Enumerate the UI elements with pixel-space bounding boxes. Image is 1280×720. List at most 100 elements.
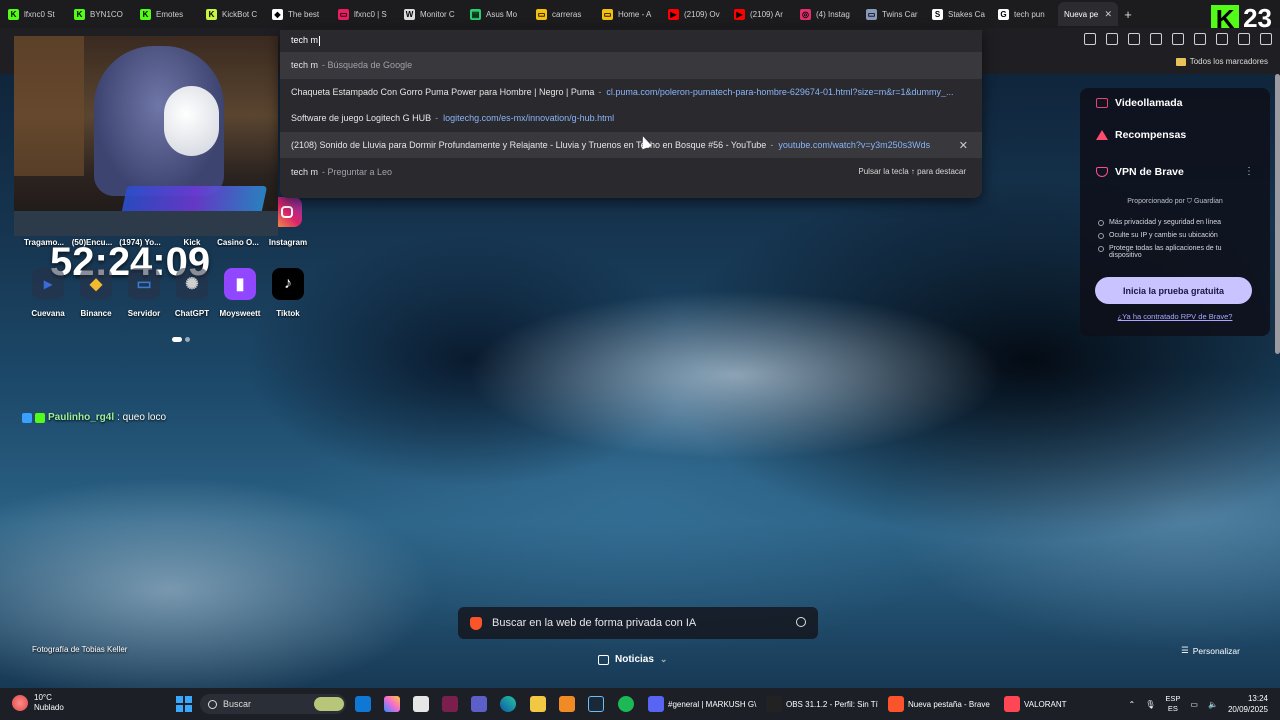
shortcut-label[interactable]: Kick xyxy=(168,238,216,247)
menu-icon[interactable] xyxy=(1260,33,1272,45)
shortcut-label[interactable]: Servidor xyxy=(120,309,168,318)
browser-tab[interactable]: K Emotes xyxy=(134,2,200,26)
leo-icon[interactable] xyxy=(1194,33,1206,45)
windows-taskbar: 10°C Nublado Buscar #general | MARKUSH G… xyxy=(0,688,1280,720)
taskbar-app[interactable]: VALORANT xyxy=(1004,696,1067,712)
network-icon[interactable]: ▭ xyxy=(1190,700,1198,709)
customize-button[interactable]: ☰ Personalizar xyxy=(1181,645,1240,656)
shortcut-label[interactable]: Tragamo... xyxy=(20,238,68,247)
shortcut-label[interactable]: (1974) Yo... xyxy=(116,238,164,247)
taskbar-app[interactable]: OBS 31.1.2 - Perfil: Sin Tí xyxy=(766,696,878,712)
weather-widget[interactable]: 10°C Nublado xyxy=(12,693,64,713)
pager-dot[interactable] xyxy=(185,337,190,342)
sidebar-icon[interactable] xyxy=(1150,33,1162,45)
edge-icon[interactable] xyxy=(500,696,516,712)
suggestion-title: Software de juego Logitech G HUB xyxy=(291,113,432,124)
omnibox-suggestion[interactable]: Software de juego Logitech G HUB - logitec… xyxy=(280,105,982,132)
browser-tab[interactable]: K BYN1CO xyxy=(68,2,134,26)
vpn-icon[interactable] xyxy=(1238,33,1250,45)
recompensas-item[interactable]: Recompensas xyxy=(1096,129,1186,141)
photo-credit[interactable]: Fotografía de Tobias Keller xyxy=(32,645,127,654)
browser-tab[interactable]: K KickBot C xyxy=(200,2,266,26)
media-icon[interactable] xyxy=(1128,33,1140,45)
browser-tab[interactable]: ▶ (2109) Ar xyxy=(728,2,794,26)
address-bar-input[interactable]: tech m xyxy=(280,30,982,52)
provider-name: Guardian xyxy=(1193,198,1223,205)
suggestion-separator: - Preguntar a Leo xyxy=(322,166,393,177)
wallet-icon[interactable] xyxy=(1172,33,1184,45)
lang-bottom: ES xyxy=(1167,704,1178,713)
private-ai-search-box[interactable]: Buscar en la web de forma privada con IA xyxy=(458,607,818,639)
chat-text: : queo loco xyxy=(117,412,167,423)
browser-tab[interactable]: Gtech pun xyxy=(992,2,1058,26)
omnibox-suggestion[interactable]: Chaqueta Estampado Con Gorro Puma Power … xyxy=(280,79,982,106)
teams-icon[interactable] xyxy=(471,696,487,712)
tray-chevron-up-icon[interactable]: ⌃ xyxy=(1129,700,1136,709)
browser-tab[interactable]: Klfxnc0 St xyxy=(2,2,68,26)
browser-tab[interactable]: ▭ Twins Car xyxy=(860,2,926,26)
browser-tab[interactable]: ◎ (4) Instag xyxy=(794,2,860,26)
browser-tab-active[interactable]: Nueva pe ✕ xyxy=(1058,2,1118,26)
shortcut-label[interactable]: Moysweett xyxy=(216,309,264,318)
app-icon[interactable] xyxy=(559,696,575,712)
new-tab-button[interactable]: + xyxy=(1118,7,1138,22)
shortcut-label[interactable]: Instagram xyxy=(264,238,312,247)
pager-dot-active[interactable] xyxy=(172,337,182,342)
shortcut-label[interactable]: Binance xyxy=(72,309,120,318)
shortcut-tile-icon[interactable]: ▸ xyxy=(32,268,64,300)
outlook-icon[interactable] xyxy=(355,696,371,712)
start-free-trial-button[interactable]: Inicia la prueba gratuita xyxy=(1095,277,1252,304)
page-scrollbar[interactable] xyxy=(1275,74,1280,354)
microphone-icon[interactable]: 🎙 xyxy=(1145,700,1155,709)
store-icon[interactable] xyxy=(413,696,429,712)
shortcut-tile-icon[interactable]: ✺ xyxy=(176,268,208,300)
close-tab-icon[interactable]: ✕ xyxy=(1104,9,1112,20)
vpn-shield-icon xyxy=(1096,167,1108,177)
browser-tab[interactable]: ◆ The best xyxy=(266,2,332,26)
browser-tab[interactable]: ▭ carreras xyxy=(530,2,596,26)
clock-tray[interactable]: 13:24 20/09/2025 xyxy=(1228,693,1268,715)
windows-start-icon[interactable] xyxy=(176,696,192,712)
shortcut-label[interactable]: Tiktok xyxy=(264,309,312,318)
webcam-overlay xyxy=(14,36,278,236)
remove-suggestion-icon[interactable]: ✕ xyxy=(959,139,968,152)
videollamada-item[interactable]: Videollamada xyxy=(1096,97,1183,109)
already-subscribed-link[interactable]: ¿Ya ha contratado RPV de Brave? xyxy=(1080,312,1270,321)
shortcut-label[interactable]: Cuevana xyxy=(24,309,72,318)
omnibox-suggestion[interactable]: (2108) Sonido de Lluvia para Dormir Prof… xyxy=(280,131,982,159)
omnibox-suggestion[interactable]: tech m- Búsqueda de Google xyxy=(280,52,982,79)
vpn-menu-icon[interactable]: ⋮ xyxy=(1244,166,1254,177)
browser-tab[interactable]: ▶ (2109) Ov xyxy=(662,2,728,26)
shortcut-label[interactable]: (50)Encu... xyxy=(68,238,116,247)
file-explorer-icon[interactable] xyxy=(530,696,546,712)
screenshot-icon[interactable] xyxy=(1106,33,1118,45)
news-toggle[interactable]: Noticias ⌄ xyxy=(598,654,667,665)
shortcut-pager[interactable] xyxy=(172,337,190,342)
volume-icon[interactable]: 🔈 xyxy=(1208,700,1218,709)
spotify-icon[interactable] xyxy=(618,696,634,712)
widget-icon[interactable] xyxy=(314,697,344,711)
shortcut-tile-icon[interactable]: ♪ xyxy=(272,268,304,300)
suggestion-title: tech m xyxy=(291,166,319,177)
taskbar-app[interactable]: #general | MARKUSH G\ xyxy=(648,696,756,712)
copilot-icon[interactable] xyxy=(384,696,400,712)
shortcut-tile-icon[interactable]: ▭ xyxy=(128,268,160,300)
shortcut-label[interactable]: Casino O... xyxy=(214,238,262,247)
browser-tab[interactable]: W Monitor C xyxy=(398,2,464,26)
shortcut-tile-icon[interactable]: ▮ xyxy=(224,268,256,300)
language-indicator[interactable]: ESP ES xyxy=(1165,694,1180,714)
steam-icon[interactable] xyxy=(588,696,604,712)
all-bookmarks-button[interactable]: Todos los marcadores xyxy=(1175,57,1268,66)
taskbar-app[interactable]: Nueva pestaña - Brave xyxy=(888,696,990,712)
shortcut-tile-icon[interactable]: ◆ xyxy=(80,268,112,300)
shortcut-label[interactable]: ChatGPT xyxy=(168,309,216,318)
browser-tab[interactable]: ▤ Asus Mo xyxy=(464,2,530,26)
shields-icon[interactable] xyxy=(1216,33,1228,45)
browser-tab[interactable]: ▭ lfxnc0 | S xyxy=(332,2,398,26)
search-icon[interactable] xyxy=(796,617,806,627)
extensions-icon[interactable] xyxy=(1084,33,1096,45)
browser-tab[interactable]: S Stakes Ca xyxy=(926,2,992,26)
omnibox-suggestion[interactable]: tech m- Preguntar a Leo Pulsar la tecla ↑… xyxy=(280,158,982,185)
app-icon[interactable] xyxy=(442,696,458,712)
browser-tab[interactable]: ▭ Home - A xyxy=(596,2,662,26)
